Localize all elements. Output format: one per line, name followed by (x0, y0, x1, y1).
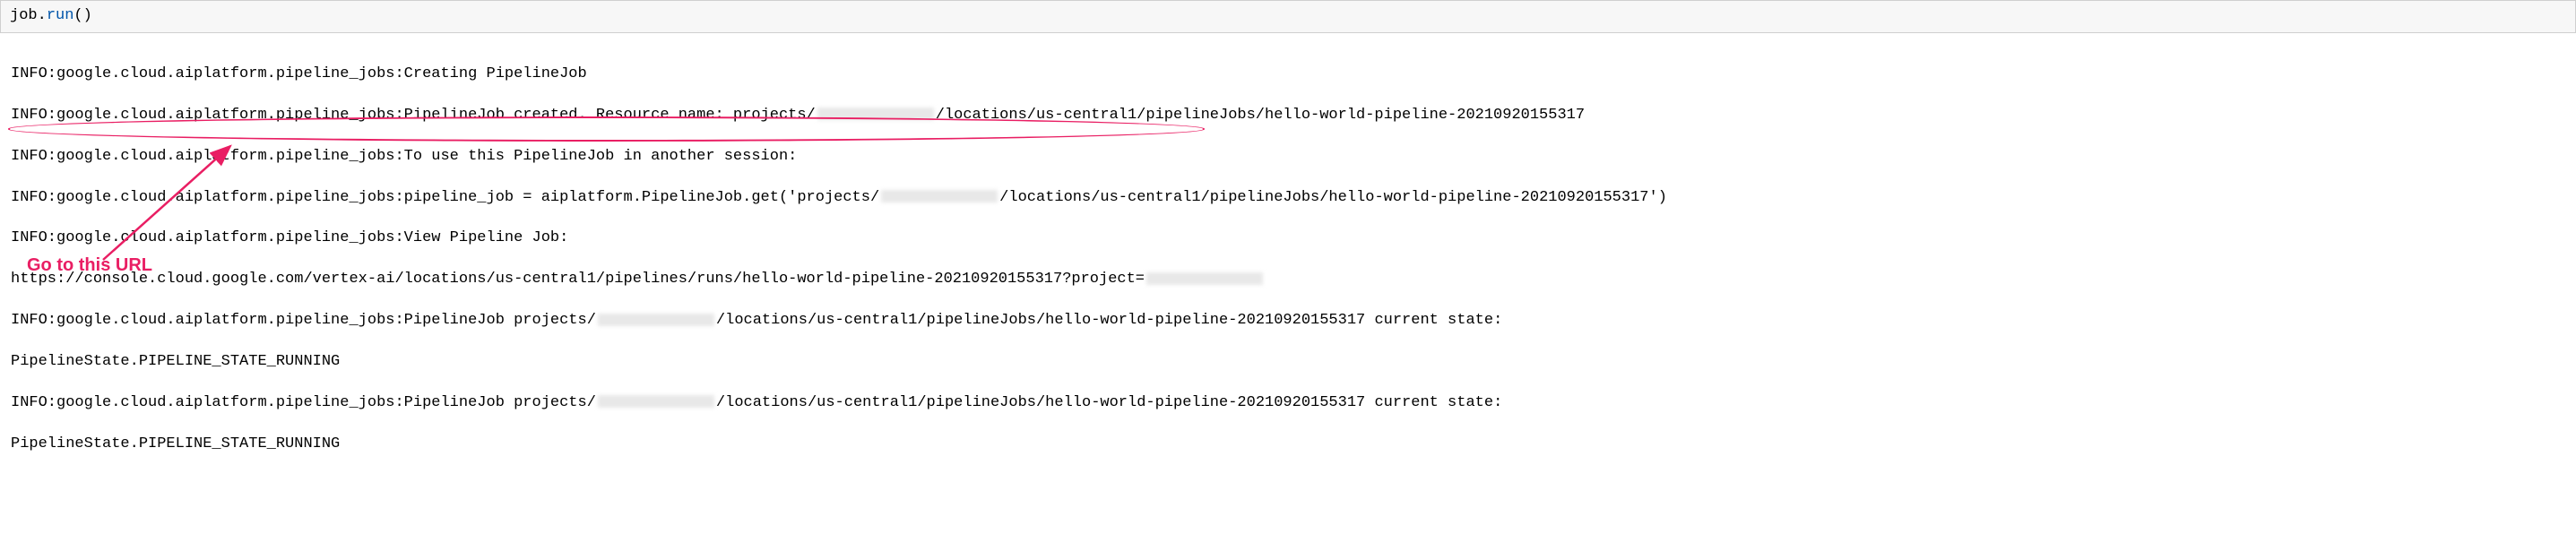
log-message: PipelineJob projects/ (404, 394, 596, 411)
log-message: View Pipeline Job: (404, 229, 569, 246)
log-prefix: INFO:google.cloud.aiplatform.pipeline_jo… (11, 189, 404, 206)
log-prefix: INFO:google.cloud.aiplatform.pipeline_jo… (11, 229, 404, 246)
log-message: PipelineJob created. Resource name: proj… (404, 107, 816, 124)
log-line: INFO:google.cloud.aiplatform.pipeline_jo… (11, 65, 2565, 85)
code-dot: . (38, 7, 47, 24)
log-line: INFO:google.cloud.aiplatform.pipeline_jo… (11, 393, 2565, 414)
redacted-project-id (817, 108, 934, 120)
log-line: INFO:google.cloud.aiplatform.pipeline_jo… (11, 106, 2565, 126)
log-line: INFO:google.cloud.aiplatform.pipeline_jo… (11, 311, 2565, 332)
log-state: PipelineState.PIPELINE_STATE_RUNNING (11, 352, 2565, 373)
log-prefix: INFO:google.cloud.aiplatform.pipeline_jo… (11, 394, 404, 411)
redacted-project-id (881, 190, 998, 202)
log-line: INFO:google.cloud.aiplatform.pipeline_jo… (11, 228, 2565, 249)
log-message: /locations/us-central1/pipelineJobs/hell… (716, 394, 1502, 411)
log-line: INFO:google.cloud.aiplatform.pipeline_jo… (11, 147, 2565, 168)
console-url[interactable]: https://console.cloud.google.com/vertex-… (11, 271, 1145, 288)
code-parens: () (73, 7, 91, 24)
log-message: To use this PipelineJob in another sessi… (404, 148, 798, 165)
log-prefix: INFO:google.cloud.aiplatform.pipeline_jo… (11, 65, 404, 82)
log-prefix: INFO:google.cloud.aiplatform.pipeline_jo… (11, 312, 404, 329)
log-message: PipelineJob projects/ (404, 312, 596, 329)
log-message: /locations/us-central1/pipelineJobs/hell… (716, 312, 1502, 329)
redacted-project-id (598, 395, 714, 408)
log-message: pipeline_job = aiplatform.PipelineJob.ge… (404, 189, 880, 206)
code-method: run (47, 7, 74, 24)
log-url-line: https://console.cloud.google.com/vertex-… (11, 270, 2565, 290)
redacted-project-id (1146, 272, 1263, 285)
code-input-cell[interactable]: job.run() (0, 0, 2576, 33)
log-prefix: INFO:google.cloud.aiplatform.pipeline_jo… (11, 148, 404, 165)
log-message: Creating PipelineJob (404, 65, 587, 82)
log-state: PipelineState.PIPELINE_STATE_RUNNING (11, 435, 2565, 455)
log-message: /locations/us-central1/pipelineJobs/hell… (999, 189, 1667, 206)
annotation-label: Go to this URL (27, 254, 152, 278)
output-area: INFO:google.cloud.aiplatform.pipeline_jo… (0, 37, 2576, 479)
log-line: INFO:google.cloud.aiplatform.pipeline_jo… (11, 188, 2565, 209)
log-message: /locations/us-central1/pipelineJobs/hell… (936, 107, 1585, 124)
code-object: job (10, 7, 38, 24)
log-prefix: INFO:google.cloud.aiplatform.pipeline_jo… (11, 107, 404, 124)
redacted-project-id (598, 314, 714, 326)
